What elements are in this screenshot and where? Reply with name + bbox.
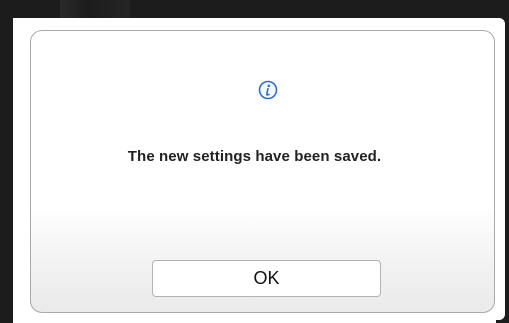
ok-button[interactable]: OK — [152, 260, 381, 297]
info-icon — [258, 80, 278, 100]
background-window-detail — [60, 0, 130, 18]
dialog-message: The new settings have been saved. — [127, 148, 382, 165]
